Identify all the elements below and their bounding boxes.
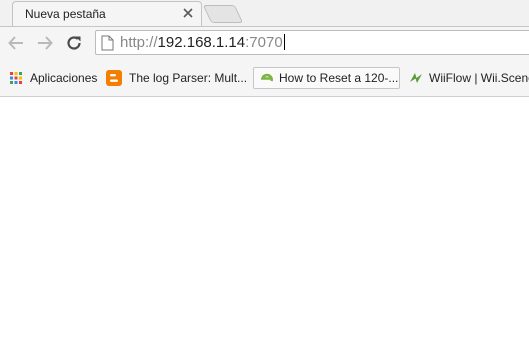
bookmark-blogger[interactable]: The log Parser: Mult... [106, 67, 248, 89]
url-port: :7070 [245, 34, 283, 51]
forward-arrow-icon[interactable] [36, 34, 54, 52]
back-arrow-icon[interactable] [7, 34, 25, 52]
bookmark-wiiflow[interactable]: WiiFlow | Wii.Scene [408, 67, 529, 89]
site-e-icon [260, 73, 273, 82]
address-bar[interactable]: http://192.168.1.14:7070 [95, 30, 529, 55]
page-content [0, 97, 529, 342]
url-text[interactable]: http://192.168.1.14:7070 [120, 34, 285, 51]
tab-strip: Nueva pestaña [0, 0, 529, 26]
bookmark-apps[interactable]: Aplicaciones [8, 67, 100, 89]
bookmarks-bar: Aplicaciones The log Parser: Mult... How… [0, 59, 529, 97]
close-icon[interactable] [182, 7, 194, 19]
tab-title: Nueva pestaña [25, 7, 106, 21]
bookmark-label: The log Parser: Mult... [129, 71, 248, 85]
bookmark-reset[interactable]: How to Reset a 120-... [253, 67, 400, 89]
reload-icon[interactable] [65, 34, 83, 52]
text-caret [283, 34, 285, 50]
url-host: 192.168.1.14 [157, 34, 246, 51]
apps-grid-icon [10, 72, 22, 84]
blogger-icon [106, 70, 122, 86]
page-icon [101, 35, 114, 51]
url-scheme: http:// [120, 34, 158, 51]
bookmark-label: Aplicaciones [30, 71, 98, 85]
toolbar: http://192.168.1.14:7070 [0, 26, 529, 59]
new-tab-button[interactable] [202, 5, 244, 23]
tab-active[interactable]: Nueva pestaña [12, 1, 202, 26]
bookmark-label: WiiFlow | Wii.Scene [429, 71, 529, 85]
wiiflow-icon [410, 73, 422, 83]
bookmark-label: How to Reset a 120-... [279, 71, 399, 85]
